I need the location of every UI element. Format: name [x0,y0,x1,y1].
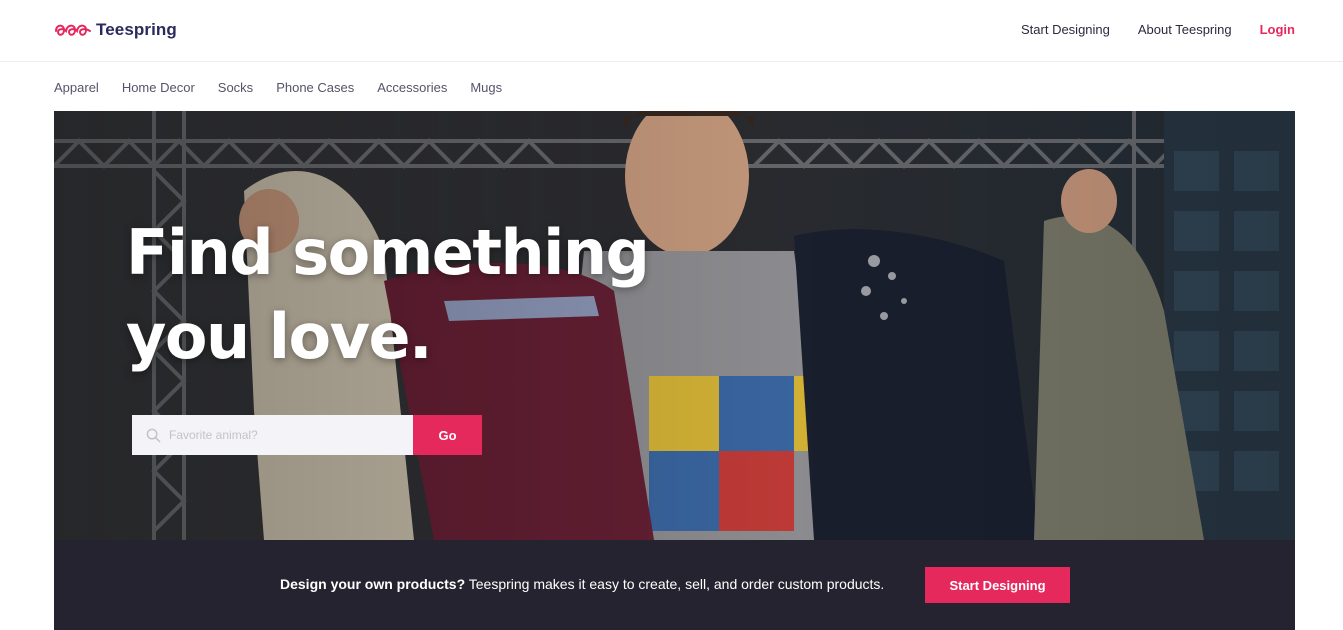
category-home-decor[interactable]: Home Decor [122,80,195,95]
about-teespring-link[interactable]: About Teespring [1138,22,1232,37]
teespring-logo-icon [55,24,91,36]
promo-bold-text: Design your own products? [280,576,466,592]
top-nav: Start Designing About Teespring Login [1021,22,1295,37]
category-apparel[interactable]: Apparel [54,80,99,95]
brand-name: Teespring [96,20,177,39]
hero-banner: Find something you love. Go [54,111,1295,540]
promo-text: Design your own products? Teespring make… [280,576,884,592]
category-nav: Apparel Home Decor Socks Phone Cases Acc… [54,80,502,95]
login-link[interactable]: Login [1260,22,1295,37]
hero-title-line-1: Find something [126,216,650,289]
teespring-logo[interactable]: Teespring [54,20,177,40]
category-accessories[interactable]: Accessories [377,80,447,95]
top-header: Teespring Start Designing About Teesprin… [0,0,1343,62]
go-button[interactable]: Go [413,415,482,455]
search-input[interactable] [169,428,389,442]
search-form: Go [132,415,482,455]
category-phone-cases[interactable]: Phone Cases [276,80,354,95]
promo-body-text: Teespring makes it easy to create, sell,… [465,576,885,592]
category-mugs[interactable]: Mugs [470,80,502,95]
search-box [132,415,413,455]
start-designing-link[interactable]: Start Designing [1021,22,1110,37]
start-designing-button[interactable]: Start Designing [925,567,1070,603]
hero-title-line-2: you love. [126,300,433,373]
promo-banner: Design your own products? Teespring make… [54,540,1295,630]
hero-title: Find something you love. [126,211,650,379]
search-icon [146,428,161,442]
category-socks[interactable]: Socks [218,80,253,95]
